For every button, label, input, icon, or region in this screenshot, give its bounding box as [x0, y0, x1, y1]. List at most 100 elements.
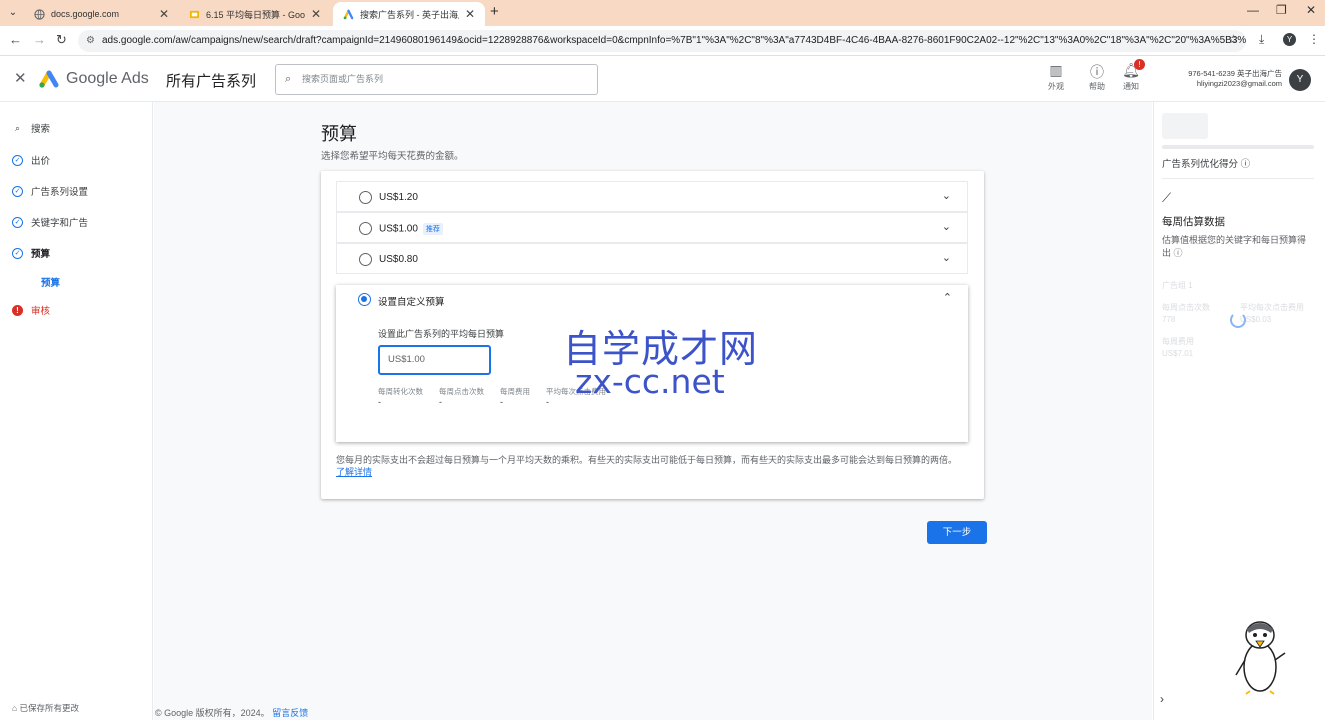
option-amount: US$1.20 — [379, 192, 418, 203]
sidebar-item-label: 审核 — [31, 306, 51, 317]
budget-option-2[interactable]: US$1.00 推荐 ⌄ — [336, 212, 968, 243]
chevron-down-icon[interactable]: ⌄ — [942, 251, 951, 264]
notifications-button[interactable]: 🔔︎ ! 通知 — [1116, 59, 1146, 92]
tab-close-icon[interactable]: ✕ — [465, 7, 475, 21]
sidebar-item-budget[interactable]: ✓ 预算 — [12, 246, 50, 260]
check-circle-icon: ✓ — [12, 154, 23, 166]
sidebar-item-search[interactable]: ⌕ 搜索 — [12, 121, 51, 136]
reload-icon[interactable]: ↻ — [56, 32, 67, 48]
radio-unselected-icon[interactable] — [359, 222, 372, 235]
chevron-right-icon[interactable]: › — [1160, 692, 1164, 706]
chevron-down-icon[interactable]: ⌄ — [942, 189, 951, 202]
budget-option-label: US$1.00 推荐 — [379, 223, 443, 235]
minimize-icon[interactable]: — — [1247, 3, 1259, 17]
search-input[interactable]: ⌕ 搜索页面或广告系列 — [275, 64, 598, 95]
watermark-url: zx-cc.net — [575, 362, 725, 401]
weekly-estimates-desc: 估算值根据您的关键字和每日预算得出 ⓘ — [1162, 234, 1314, 260]
sidebar-item-label: 搜索 — [31, 124, 51, 135]
check-circle-icon: ✓ — [12, 185, 23, 197]
appearance-button[interactable]: ▥ 外观 — [1041, 62, 1071, 92]
browser-tab-docs-budget[interactable]: 6.15 平均每日预算 - Google 文 ✕ — [179, 2, 331, 26]
browser-profile-icon[interactable]: Y — [1283, 33, 1296, 46]
saved-status: ⌂ 已保存所有更改 — [12, 702, 79, 714]
chevron-up-icon[interactable]: ⌃ — [943, 291, 952, 304]
trend-icon: ⟋ — [1162, 190, 1172, 205]
custom-budget-label: 设置自定义预算 — [378, 297, 445, 308]
sidebar-item-label: 出价 — [31, 156, 51, 167]
metric-label: 每周点击次数 — [439, 387, 484, 396]
google-ads-logo-icon — [39, 70, 59, 88]
radio-selected-icon[interactable] — [358, 293, 371, 306]
avatar[interactable]: Y — [1289, 69, 1311, 91]
sidebar-item-label: 预算 — [41, 278, 61, 289]
help-button[interactable]: ⓘ 帮助 — [1082, 62, 1112, 92]
sidebar-item-keywords-ads[interactable]: ✓ 关键字和广告 — [12, 215, 88, 229]
option-amount: US$1.00 — [379, 223, 418, 235]
budget-option-1[interactable]: US$1.20 ⌄ — [336, 181, 968, 212]
app-header: ✕ Google Ads 所有广告系列 ⌕ 搜索页面或广告系列 ▥ 外观 ⓘ 帮… — [0, 56, 1325, 102]
browser-tab-docs[interactable]: docs.google.com ✕ — [24, 2, 179, 26]
globe-icon — [34, 8, 45, 20]
page-title: 所有广告系列 — [166, 73, 257, 90]
radio-unselected-icon[interactable] — [359, 191, 372, 204]
footer: © Google 版权所有，2024。 留言反馈 — [155, 706, 308, 719]
site-info-icon[interactable]: ⚙ — [86, 30, 95, 52]
check-circle-icon: ✓ — [12, 216, 23, 228]
browser-tabstrip: ⌄ docs.google.com ✕ 6.15 平均每日预算 - Google… — [0, 0, 1325, 26]
learn-more-link[interactable]: 了解详情 — [336, 467, 372, 477]
copyright-text: © Google 版权所有，2024。 — [155, 708, 270, 718]
metric-conversions: 每周转化次数 - — [378, 386, 423, 407]
budget-option-label: US$1.20 — [379, 192, 418, 203]
search-icon: ⌕ — [285, 73, 292, 85]
budget-option-3[interactable]: US$0.80 ⌄ — [336, 243, 968, 274]
download-icon[interactable]: ⤓ — [1259, 32, 1264, 47]
next-button[interactable]: 下一步 — [927, 521, 987, 544]
score-placeholder — [1162, 113, 1208, 139]
forward-icon[interactable]: → — [33, 32, 46, 47]
metric-value: - — [500, 397, 503, 407]
weekly-desc-text: 估算值根据您的关键字和每日预算得出 — [1162, 235, 1307, 258]
tab-close-icon[interactable]: ✕ — [159, 7, 169, 21]
account-id: 976-541-6239 英子出海广告 — [1188, 69, 1282, 78]
sidebar-item-bidding[interactable]: ✓ 出价 — [12, 153, 50, 167]
help-icon[interactable]: ⓘ — [1174, 248, 1183, 258]
faded-cost-value: US$7.01 — [1162, 349, 1194, 358]
daily-budget-field-label: 设置此广告系列的平均每日预算 — [378, 329, 505, 339]
url-field[interactable]: ⚙ ads.google.com/aw/campaigns/new/search… — [78, 30, 1246, 52]
radio-unselected-icon[interactable] — [359, 253, 372, 266]
budget-note: 您每月的实际支出不会超过每日预算与一个月平均天数的乘积。有些天的实际支出可能低于… — [336, 454, 968, 478]
score-label-text: 广告系列优化得分 — [1162, 159, 1239, 170]
daily-budget-input[interactable]: US$1.00 — [378, 345, 491, 375]
close-icon[interactable]: ✕ — [14, 69, 27, 87]
faded-cost-label: 每周费用 — [1162, 337, 1194, 346]
tab-close-icon[interactable]: ✕ — [311, 7, 321, 21]
tab-search-icon[interactable]: ⌄ — [4, 4, 22, 22]
sidebar-subitem-budget[interactable]: 预算 — [41, 275, 60, 289]
check-circle-icon: ✓ — [12, 247, 23, 259]
metric-label: 每周转化次数 — [378, 387, 423, 396]
window-close-icon[interactable]: ✕ — [1306, 3, 1316, 17]
metric-value: - — [439, 397, 442, 407]
tab-label: docs.google.com — [51, 9, 120, 19]
budget-note-text: 您每月的实际支出不会超过每日预算与一个月平均天数的乘积。有些天的实际支出可能低于… — [336, 455, 958, 465]
help-icon[interactable]: ⓘ — [1241, 159, 1251, 170]
sidebar-item-label: 广告系列设置 — [31, 187, 89, 198]
panel-divider — [1162, 178, 1314, 179]
sidebar-item-campaign-settings[interactable]: ✓ 广告系列设置 — [12, 184, 88, 198]
new-tab-icon[interactable]: + — [490, 3, 499, 20]
bookmark-star-icon[interactable]: ☆ — [1228, 32, 1239, 46]
help-icon: ⓘ — [1090, 64, 1104, 80]
estimate-metrics: 每周转化次数 - 每周点击次数 - 每周费用 - 平均每次点击费用 - — [378, 386, 606, 407]
appearance-label: 外观 — [1048, 82, 1064, 91]
restore-icon[interactable]: ❐ — [1276, 3, 1287, 17]
search-placeholder: 搜索页面或广告系列 — [302, 74, 384, 84]
back-icon[interactable]: ← — [9, 32, 22, 47]
browser-menu-icon[interactable]: ⋮ — [1308, 32, 1320, 46]
chevron-down-icon[interactable]: ⌄ — [942, 220, 951, 233]
loading-spinner-icon — [1230, 312, 1246, 328]
feedback-link[interactable]: 留言反馈 — [272, 708, 308, 718]
faded-clicks-label: 每周点击次数 — [1162, 303, 1210, 312]
browser-tab-ads[interactable]: 搜索广告系列 - 英子出海广告 ✕ — [333, 2, 485, 26]
sidebar-item-review[interactable]: ! 审核 — [12, 303, 50, 317]
account-info[interactable]: 976-541-6239 英子出海广告 hliyingzi2023@gmail.… — [1170, 69, 1282, 89]
